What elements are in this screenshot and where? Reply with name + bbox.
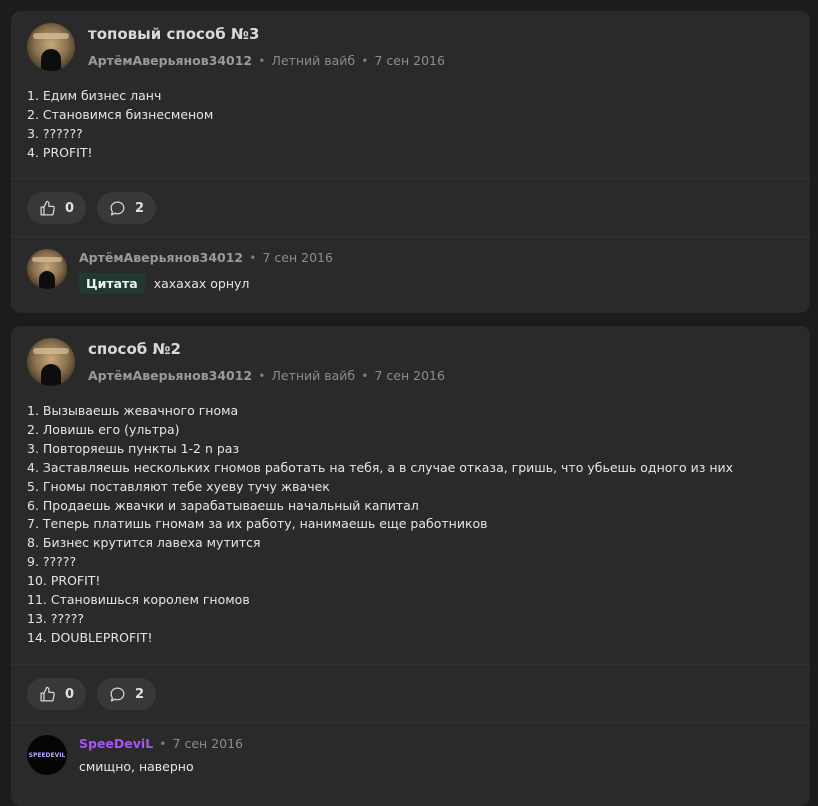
post-header: способ №2 АртёмАверьянов34012 • Летний вай… [27,338,787,388]
feed: топовый способ №3 АртёмАверьянов34012 • Ле… [0,0,818,806]
thumbs-up-icon [39,200,56,217]
comment-meta: SpeeDeviL • 7 сен 2016 [79,736,243,751]
comments-button[interactable]: 2 [97,678,156,710]
avatar-figure [41,364,61,386]
post-date: 7 сен 2016 [374,368,445,383]
like-count: 0 [65,686,75,702]
comment: SPEEDEVIL SpeeDeviL • 7 сен 2016 смищно, н… [27,735,787,785]
comment-text: смищно, наверно [79,759,194,774]
post-line: 4. PROFIT! [27,144,93,160]
post-card: топовый способ №3 АртёмАверьянов34012 • Ле… [11,11,810,313]
comments-button[interactable]: 2 [97,192,156,224]
post-header: топовый способ №3 АртёмАверьянов34012 • Ле… [27,23,787,73]
speech-bubble-icon [109,686,126,703]
avatar-lamp [33,348,69,354]
post-line: 2. Ловишь его (ультра) [27,421,180,437]
post-line: 3. Повторяешь пункты 1-2 n раз [27,440,240,456]
post-channel[interactable]: Летний вайб [272,368,356,383]
avatar-lamp [33,33,69,39]
author-avatar[interactable] [27,338,75,386]
post-body: 1. Едим бизнес ланч 2. Становимся бизнес… [27,87,213,163]
avatar-lamp [32,257,62,262]
comment: АртёмАверьянов34012 • 7 сен 2016 Цитата ха… [27,249,787,299]
commenter-avatar[interactable]: SPEEDEVIL [27,735,67,775]
post-card: способ №2 АртёмАверьянов34012 • Летний вай… [11,326,810,806]
like-button[interactable]: 0 [27,192,86,224]
quote-tag[interactable]: Цитата [79,273,145,294]
actions-divider [11,664,810,665]
post-author[interactable]: АртёмАверьянов34012 [88,368,252,383]
post-body: 1. Вызываешь жевачного гнома 2. Ловишь е… [27,402,733,648]
meta-separator: • [258,368,266,383]
post-author[interactable]: АртёмАверьянов34012 [88,53,252,68]
comment-author[interactable]: АртёмАверьянов34012 [79,250,243,265]
comment-text: хахахах орнул [153,276,250,291]
avatar-logo-text: SPEEDEVIL [28,751,66,759]
post-date: 7 сен 2016 [374,53,445,68]
comment-author[interactable]: SpeeDeviL [79,736,153,751]
like-button[interactable]: 0 [27,678,86,710]
meta-separator: • [361,368,369,383]
author-avatar[interactable] [27,23,75,71]
avatar-figure [39,271,55,289]
post-meta: АртёмАверьянов34012 • Летний вайб • 7 сен 20… [88,53,445,68]
post-line: 1. Вызываешь жевачного гнома [27,403,239,418]
post-line: 3. ?????? [27,125,83,141]
like-count: 0 [65,200,75,216]
post-line: 8. Бизнес крутится лавеха мутится [27,535,261,551]
avatar-figure [41,49,61,71]
post-line: 9. ????? [27,554,77,570]
meta-separator: • [361,53,369,68]
thumbs-up-icon [39,686,56,703]
speech-bubble-icon [109,200,126,217]
comment-body: Цитата хахахах орнул [79,273,249,294]
post-line: 2. Становимся бизнесменом [27,106,214,122]
actions-divider [11,178,810,179]
comment-body: смищно, наверно [79,759,194,774]
post-line: 6. Продаешь жвачки и зарабатываешь начал… [27,497,419,513]
comment-count: 2 [135,686,145,702]
post-line: 11. Становишься королем гномов [27,592,250,608]
post-line: 13. ????? [27,610,85,626]
comment-meta: АртёмАверьянов34012 • 7 сен 2016 [79,250,333,265]
post-line: 1. Едим бизнес ланч [27,88,162,103]
comment-count: 2 [135,200,145,216]
meta-separator: • [249,250,257,265]
post-line: 4. Заставляешь нескольких гномов работат… [27,459,734,475]
meta-separator: • [159,736,167,751]
post-line: 7. Теперь платишь гномам за их работу, н… [27,516,488,532]
comment-date: 7 сен 2016 [172,736,243,751]
commenter-avatar[interactable] [27,249,67,289]
post-title[interactable]: способ №2 [88,340,181,358]
post-line: 14. DOUBLEPROFIT! [27,629,153,645]
comments-divider [11,722,810,723]
comment-date: 7 сен 2016 [262,250,333,265]
post-title[interactable]: топовый способ №3 [88,25,259,43]
post-channel[interactable]: Летний вайб [272,53,356,68]
post-line: 5. Гномы поставляют тебе хуеву тучу жвач… [27,478,330,494]
post-meta: АртёмАверьянов34012 • Летний вайб • 7 сен 20… [88,368,445,383]
meta-separator: • [258,53,266,68]
post-line: 10. PROFIT! [27,573,101,589]
comments-divider [11,236,810,237]
